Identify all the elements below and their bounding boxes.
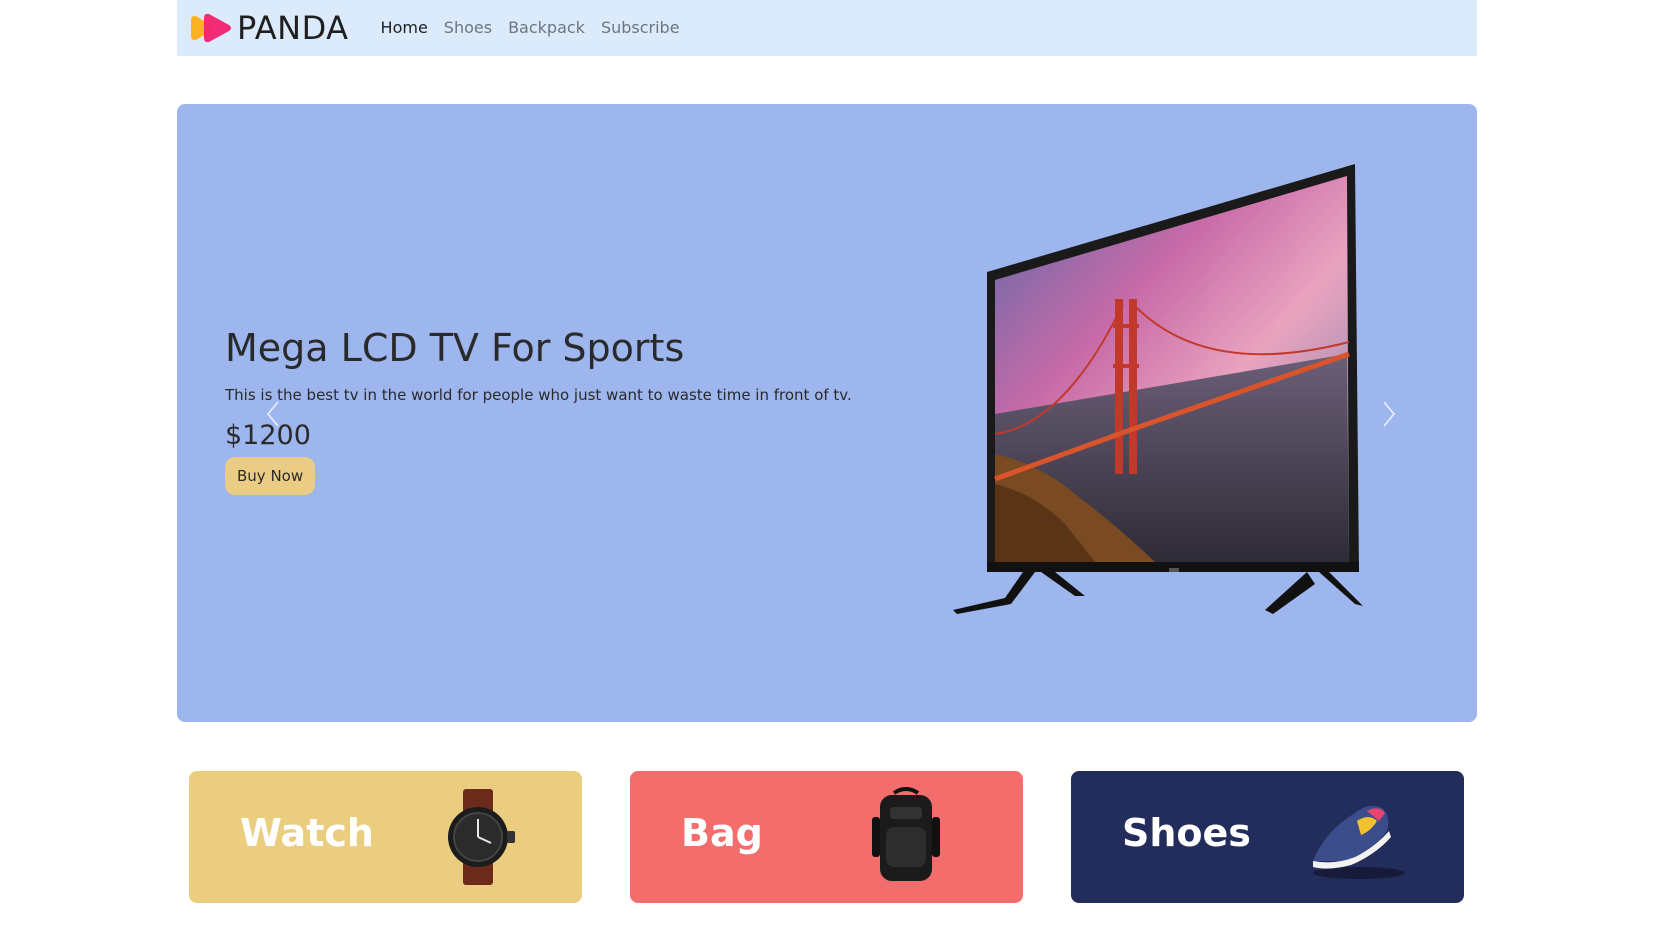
watch-image bbox=[448, 789, 515, 885]
sneaker-image bbox=[1313, 805, 1405, 879]
brand-link[interactable]: PANDA bbox=[189, 12, 349, 44]
category-cards: Watch Bag Shoes bbox=[189, 771, 1465, 903]
chevron-left-icon bbox=[266, 401, 279, 427]
nav-item-home[interactable]: Home bbox=[373, 0, 436, 56]
hero-description: This is the best tv in the world for peo… bbox=[225, 385, 852, 404]
nav-item-shoes[interactable]: Shoes bbox=[436, 0, 500, 56]
hero-price: $1200 bbox=[225, 419, 311, 451]
category-card-bag[interactable]: Bag bbox=[630, 771, 1023, 903]
backpack-image bbox=[872, 787, 940, 881]
buy-now-button[interactable]: Buy Now bbox=[225, 456, 316, 495]
hero-carousel: Mega LCD TV For Sports This is the best … bbox=[177, 104, 1477, 722]
navbar: PANDA Home Shoes Backpack Subscribe bbox=[177, 0, 1477, 56]
category-card-shoes[interactable]: Shoes bbox=[1071, 771, 1464, 903]
nav-item-backpack[interactable]: Backpack bbox=[500, 0, 593, 56]
category-label-bag: Bag bbox=[681, 811, 763, 855]
hero-title: Mega LCD TV For Sports bbox=[225, 326, 685, 370]
brand-logo-icon bbox=[191, 13, 231, 43]
main-nav: Home Shoes Backpack Subscribe bbox=[373, 0, 688, 56]
category-label-shoes: Shoes bbox=[1122, 811, 1251, 855]
tv-image bbox=[953, 164, 1363, 614]
brand-name: PANDA bbox=[237, 9, 349, 47]
hero-caption: Mega LCD TV For Sports This is the best … bbox=[225, 326, 852, 495]
nav-item-subscribe[interactable]: Subscribe bbox=[593, 0, 688, 56]
carousel-prev-button[interactable] bbox=[258, 396, 288, 432]
category-label-watch: Watch bbox=[240, 811, 374, 855]
category-card-watch[interactable]: Watch bbox=[189, 771, 582, 903]
